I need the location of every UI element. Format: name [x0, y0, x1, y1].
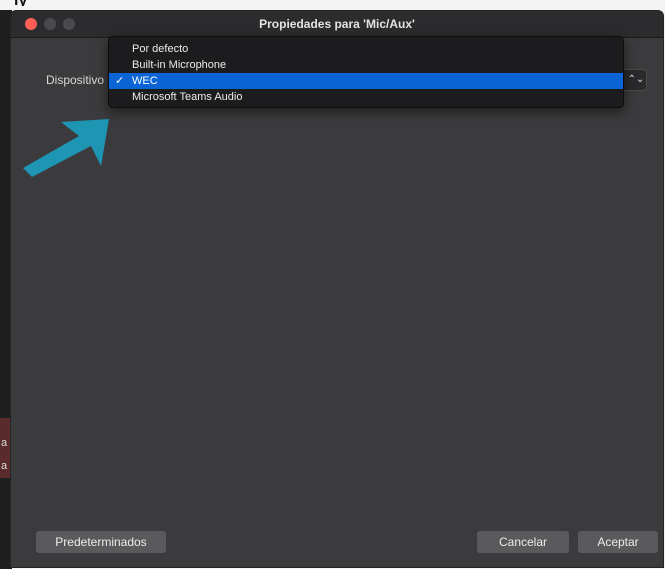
chevron-updown-icon: ⌃⌄	[627, 74, 645, 85]
menu-item-label: Por defecto	[132, 43, 189, 55]
menu-item-built-in-microphone[interactable]: Built-in Microphone	[109, 57, 623, 73]
menu-item-label: Built-in Microphone	[132, 59, 227, 71]
cancel-button[interactable]: Cancelar	[477, 531, 569, 553]
menu-item-label: Microsoft Teams Audio	[132, 91, 243, 103]
menu-item-por-defecto[interactable]: Por defecto	[109, 41, 623, 57]
properties-dialog: Propiedades para 'Mic/Aux' Dispositivo ⌃…	[10, 10, 664, 568]
menu-item-wec[interactable]: ✓ WEC	[109, 73, 623, 89]
annotation-arrow-icon	[23, 119, 109, 177]
defaults-button[interactable]: Predeterminados	[36, 531, 166, 553]
checkmark-icon: ✓	[115, 75, 125, 87]
menu-item-microsoft-teams-audio[interactable]: Microsoft Teams Audio	[109, 89, 623, 105]
device-label: Dispositivo	[46, 73, 105, 87]
menu-item-label: WEC	[132, 75, 158, 87]
accept-button[interactable]: Aceptar	[578, 531, 658, 553]
background-text-fragment: ly	[14, 0, 74, 6]
title-bar: Propiedades para 'Mic/Aux'	[11, 11, 663, 38]
window-title: Propiedades para 'Mic/Aux'	[259, 17, 415, 31]
device-dropdown-menu: Por defecto Built-in Microphone ✓ WEC Mi…	[108, 36, 624, 108]
